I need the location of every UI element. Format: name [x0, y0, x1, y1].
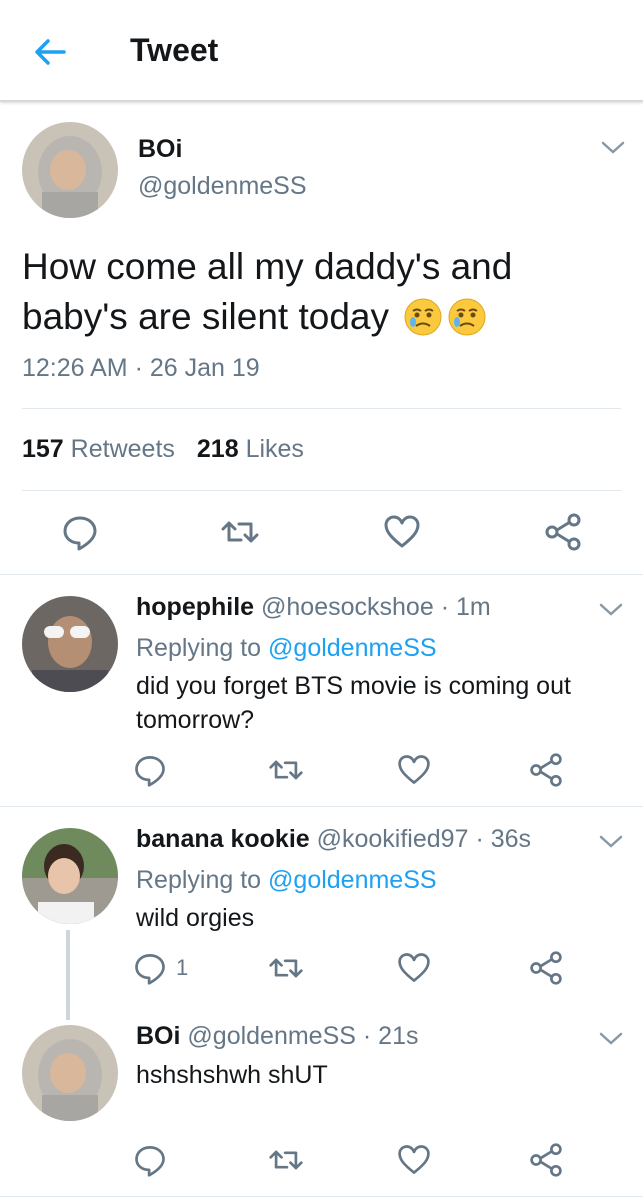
- reply-header: hopephile @hoesockshoe · 1m: [136, 593, 491, 622]
- tweet-menu-chevron-icon[interactable]: [598, 138, 628, 158]
- heart-icon: [384, 515, 420, 548]
- page-title: Tweet: [130, 32, 219, 68]
- author-handle[interactable]: @goldenmeSS: [138, 172, 307, 201]
- divider: [22, 490, 621, 491]
- reply-author-name[interactable]: banana kookie: [136, 825, 310, 853]
- reply-icon: [135, 1146, 165, 1177]
- replying-to: Replying to @goldenmeSS: [136, 866, 437, 895]
- retweets-label: Retweets: [70, 435, 175, 463]
- reply-button[interactable]: [60, 512, 100, 552]
- reply-menu-chevron-icon[interactable]: [596, 832, 626, 852]
- replying-to-label: Replying to: [136, 634, 262, 662]
- like-button[interactable]: [396, 752, 432, 788]
- likes-stat[interactable]: 218 Likes: [197, 435, 304, 463]
- avatar[interactable]: [22, 828, 118, 924]
- back-button[interactable]: [28, 30, 72, 74]
- reply-author-name[interactable]: BOi: [136, 1022, 180, 1050]
- share-button[interactable]: [528, 752, 564, 788]
- reply-menu-chevron-icon[interactable]: [596, 600, 626, 620]
- thread-connector: [66, 930, 70, 1020]
- retweet-button[interactable]: [220, 512, 260, 552]
- reply-icon: [63, 516, 97, 551]
- share-icon: [545, 513, 581, 551]
- heart-icon: [398, 953, 430, 982]
- reply-text: did you forget BTS movie is coming out t…: [136, 672, 571, 734]
- avatar[interactable]: [22, 122, 118, 218]
- tweet-timestamp[interactable]: 12:26 AM · 26 Jan 19: [22, 354, 260, 383]
- retweets-stat[interactable]: 157 Retweets: [22, 435, 175, 463]
- crying-face-emoji-icon: [448, 298, 486, 336]
- reply-author-handle[interactable]: @goldenmeSS: [187, 1022, 356, 1050]
- reply-header: banana kookie @kookified97 · 36s: [136, 825, 531, 854]
- retweet-icon: [269, 958, 303, 978]
- heart-icon: [398, 755, 430, 784]
- replying-to-link[interactable]: @goldenmeSS: [268, 866, 437, 894]
- reply-button[interactable]: [132, 1142, 168, 1178]
- reply-text: wild orgies: [136, 904, 255, 932]
- heart-icon: [398, 1145, 430, 1174]
- tweet-text: How come all my daddy's and baby's are s…: [22, 242, 622, 342]
- reply-author-name[interactable]: hopephile: [136, 593, 254, 621]
- retweet-icon: [269, 1150, 303, 1170]
- top-bar: Tweet: [0, 0, 643, 102]
- likes-count: 218: [196, 435, 239, 463]
- reply-icon: [135, 954, 165, 985]
- share-icon: [530, 951, 562, 985]
- reply-icon: [135, 756, 165, 787]
- share-button[interactable]: [528, 1142, 564, 1178]
- retweets-count: 157: [22, 435, 64, 463]
- reply-menu-chevron-icon[interactable]: [596, 1029, 626, 1049]
- reply-author-handle[interactable]: @hoesockshoe: [261, 593, 434, 621]
- reply-time: · 1m: [440, 593, 491, 621]
- share-button[interactable]: [528, 950, 564, 986]
- like-button[interactable]: [382, 512, 422, 552]
- reply-button[interactable]: [132, 950, 168, 986]
- author-name[interactable]: BOi: [138, 135, 182, 164]
- share-icon: [530, 753, 562, 787]
- replying-to: Replying to @goldenmeSS: [136, 634, 437, 663]
- reply-author-handle[interactable]: @kookified97: [317, 825, 469, 853]
- avatar[interactable]: [22, 1025, 118, 1121]
- tweet-stats: 157 Retweets 218 Likes: [22, 435, 304, 464]
- crying-face-emoji-icon: [404, 298, 442, 336]
- divider: [0, 1196, 643, 1197]
- reply-button[interactable]: [132, 752, 168, 788]
- avatar[interactable]: [22, 596, 118, 692]
- share-button[interactable]: [543, 512, 583, 552]
- share-icon: [530, 1143, 562, 1177]
- like-button[interactable]: [396, 1142, 432, 1178]
- arrow-left-icon: [35, 39, 66, 65]
- likes-label: Likes: [245, 435, 304, 463]
- retweet-button[interactable]: [268, 950, 304, 986]
- retweet-button[interactable]: [268, 752, 304, 788]
- divider: [0, 574, 643, 575]
- retweet-icon: [269, 760, 303, 780]
- reply-header: BOi @goldenmeSS · 21s: [136, 1022, 418, 1051]
- reply-count: 1: [176, 955, 189, 980]
- replying-to-link[interactable]: @goldenmeSS: [268, 634, 437, 662]
- like-button[interactable]: [396, 950, 432, 986]
- reply-time: · 21s: [362, 1022, 419, 1050]
- replying-to-label: Replying to: [136, 866, 262, 894]
- retweet-button[interactable]: [268, 1142, 304, 1178]
- reply-text: hshshshwh shUT: [136, 1061, 328, 1089]
- divider: [0, 806, 643, 807]
- divider: [22, 408, 621, 409]
- reply-time: · 36s: [475, 825, 532, 853]
- retweet-icon: [221, 521, 259, 543]
